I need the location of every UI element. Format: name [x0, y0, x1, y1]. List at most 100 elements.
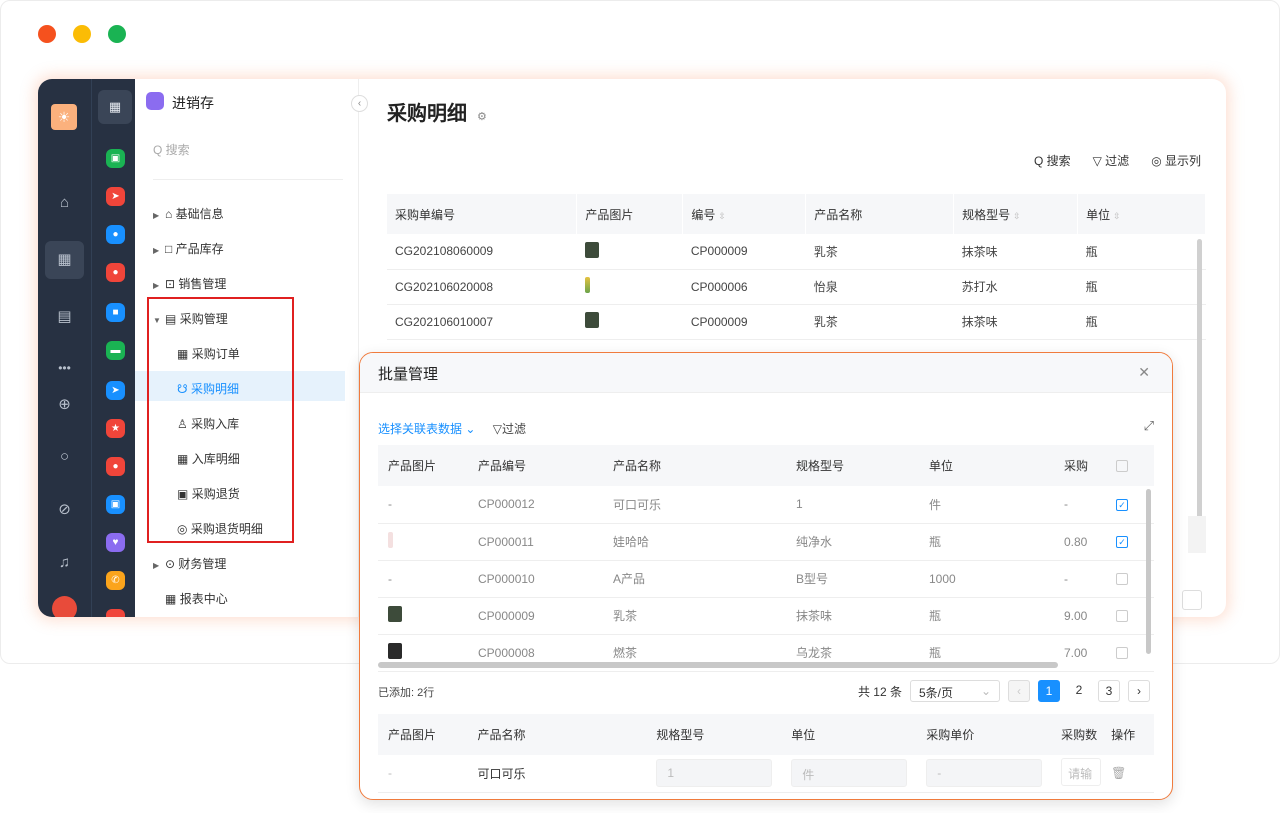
page-2-button[interactable]: 2 — [1068, 680, 1090, 702]
search-icon[interactable]: ○ — [38, 448, 91, 465]
column-header[interactable]: 采购单编号 — [387, 194, 578, 234]
app-icon-send[interactable]: ➤ — [106, 187, 125, 206]
table-vertical-scrollbar[interactable] — [1146, 489, 1151, 654]
nav-item-finance[interactable]: ▶ ⊙ 财务管理 — [153, 555, 226, 572]
cell-unit: 件 — [919, 486, 1054, 524]
column-header[interactable]: 规格型号 — [786, 445, 919, 486]
table-row[interactable]: - CP000012 可口可乐 1 件 - ✓ — [378, 486, 1154, 524]
row-checkbox-checked[interactable]: ✓ — [1116, 536, 1128, 549]
main-scrollbar[interactable] — [1197, 239, 1202, 539]
nav-item-label: 产品库存 — [175, 242, 224, 256]
table-row[interactable]: CP000009 乳茶 抹茶味 瓶 9.00 — [378, 597, 1154, 635]
app-icon-heart[interactable]: ♥ — [106, 533, 125, 552]
sort-icon[interactable]: ⇳ — [718, 211, 726, 221]
column-header[interactable]: 采购数 — [1051, 714, 1102, 755]
product-thumbnail — [584, 312, 599, 328]
close-window-dot[interactable] — [38, 25, 56, 43]
nav-item-basic-info[interactable]: ▶ ⌂ 基础信息 — [153, 205, 224, 222]
app-icon-green[interactable]: ▣ — [106, 149, 125, 168]
home-icon[interactable]: ⌂ — [38, 194, 91, 211]
sort-icon[interactable]: ⇳ — [1013, 211, 1021, 221]
row-checkbox-checked[interactable]: ✓ — [1116, 499, 1128, 512]
table-row[interactable]: CG202106020008 CP000006 怡泉 苏打水 瓶 — [387, 269, 1206, 305]
column-header[interactable]: 产品名称 — [603, 445, 786, 486]
column-header[interactable]: 单位 ⇳ — [1077, 194, 1206, 234]
app-icon-people[interactable]: ● — [106, 225, 125, 244]
next-page-button[interactable] — [1182, 590, 1202, 610]
table-row[interactable]: - CP000010 A产品 B型号 1000 - — [378, 560, 1154, 598]
page-3-button[interactable]: 3 — [1098, 680, 1120, 702]
trash-icon[interactable]: 🗑 — [1111, 766, 1126, 780]
column-header[interactable]: 产品图片 — [378, 445, 468, 486]
app-icon-phone[interactable]: ✆ — [106, 571, 125, 590]
sort-icon[interactable]: ⇳ — [1113, 211, 1121, 221]
expand-icon[interactable]: ⤢ — [1144, 418, 1154, 434]
columns-button[interactable]: ◎ 显示列 — [1151, 152, 1201, 169]
app-icon-truck[interactable]: ■ — [106, 303, 125, 322]
select-source-dropdown[interactable]: 选择关联表数据 ⌄ — [378, 422, 475, 436]
nav-search-input[interactable]: Q 搜索 — [153, 141, 343, 180]
bell-icon[interactable]: ♫ — [38, 554, 91, 571]
column-header[interactable]: 产品名称 — [805, 194, 955, 234]
next-page-button[interactable]: › — [1128, 680, 1150, 702]
column-header[interactable]: 单位 — [919, 445, 1054, 486]
help-icon[interactable]: ⊘ — [38, 500, 91, 518]
unit-input[interactable]: 件 — [791, 759, 908, 788]
minimize-window-dot[interactable] — [73, 25, 91, 43]
qty-input[interactable]: 请输 — [1061, 757, 1102, 786]
select-all-checkbox[interactable] — [1116, 460, 1128, 473]
column-header[interactable]: 产品图片 — [576, 194, 684, 234]
cell-unit: 瓶 — [1077, 269, 1206, 305]
cell-spec: B型号 — [786, 560, 919, 598]
spec-input[interactable]: 1 — [656, 759, 773, 788]
table-row[interactable]: CG202106010007 CP000009 乳茶 抹茶味 瓶 — [387, 304, 1206, 340]
table-row[interactable]: CG202108060009 CP000009 乳茶 抹茶味 瓶 — [387, 234, 1206, 270]
column-header[interactable]: 采购单价 — [916, 714, 1052, 755]
logo-icon[interactable]: ☀ — [51, 104, 77, 130]
app-icon-ticket[interactable]: ▬ — [106, 341, 125, 360]
plus-circle-icon[interactable]: ⊕ — [38, 395, 91, 413]
row-checkbox[interactable] — [1116, 647, 1128, 660]
doc-icon[interactable]: ▤ — [38, 307, 91, 325]
app-icon-plane[interactable]: ➤ — [106, 381, 125, 400]
column-header[interactable]: 采购 — [1054, 445, 1106, 486]
filter-button[interactable]: ▽ 过滤 — [1093, 152, 1130, 169]
cell-name: 可口可乐 — [603, 486, 786, 524]
column-header[interactable]: 规格型号 ⇳ — [953, 194, 1079, 234]
nav-item-inventory[interactable]: ▶ □ 产品库存 — [153, 240, 224, 257]
page-1-button[interactable]: 1 — [1038, 680, 1060, 702]
column-header[interactable]: 规格型号 — [646, 714, 782, 755]
row-checkbox[interactable] — [1116, 573, 1128, 586]
cell-unit: 件 — [781, 755, 917, 793]
close-icon[interactable]: ✕ — [1138, 364, 1150, 381]
maximize-window-dot[interactable] — [108, 25, 126, 43]
row-checkbox[interactable] — [1116, 610, 1128, 623]
grid-icon[interactable]: ▦ — [45, 241, 84, 279]
nav-item-label: 基础信息 — [175, 207, 224, 221]
nav-item-reports[interactable]: ▦ 报表中心 — [165, 590, 228, 607]
prev-page-button[interactable]: ‹ — [1008, 680, 1030, 702]
price-input[interactable]: - — [926, 759, 1043, 788]
search-button[interactable]: Q 搜索 — [1034, 152, 1071, 169]
apps-grid-icon[interactable]: ▦ — [98, 90, 132, 124]
app-icon-chat[interactable]: ● — [106, 457, 125, 476]
filter-button[interactable]: ▽过滤 — [493, 422, 526, 436]
avatar[interactable] — [52, 596, 77, 617]
table-row[interactable]: CP000011 娃哈哈 纯净水 瓶 0.80 ✓ — [378, 523, 1154, 561]
app-icon-star[interactable]: ★ — [106, 419, 125, 438]
obscured-row-shade — [1188, 516, 1206, 553]
column-header[interactable]: 产品编号 — [468, 445, 603, 486]
app-icon-user[interactable]: ● — [106, 263, 125, 282]
cell-spec: 抹茶味 — [786, 597, 919, 635]
app-icon-printer[interactable]: ▣ — [106, 495, 125, 514]
column-header[interactable]: 单位 — [781, 714, 917, 755]
more-icon[interactable]: ••• — [38, 361, 91, 375]
nav-item-sales[interactable]: ▶ ⊡ 销售管理 — [153, 275, 226, 292]
table-horizontal-scrollbar[interactable] — [378, 662, 1058, 668]
column-header[interactable]: 产品名称 — [467, 714, 647, 755]
column-header[interactable]: 编号 ⇳ — [682, 194, 807, 234]
column-header[interactable]: 产品图片 — [378, 714, 468, 755]
page-size-select[interactable]: 5条/页 ⌄ — [910, 680, 1000, 702]
gear-icon[interactable]: ⚙ — [477, 111, 487, 123]
app-icon-red[interactable] — [106, 609, 125, 617]
